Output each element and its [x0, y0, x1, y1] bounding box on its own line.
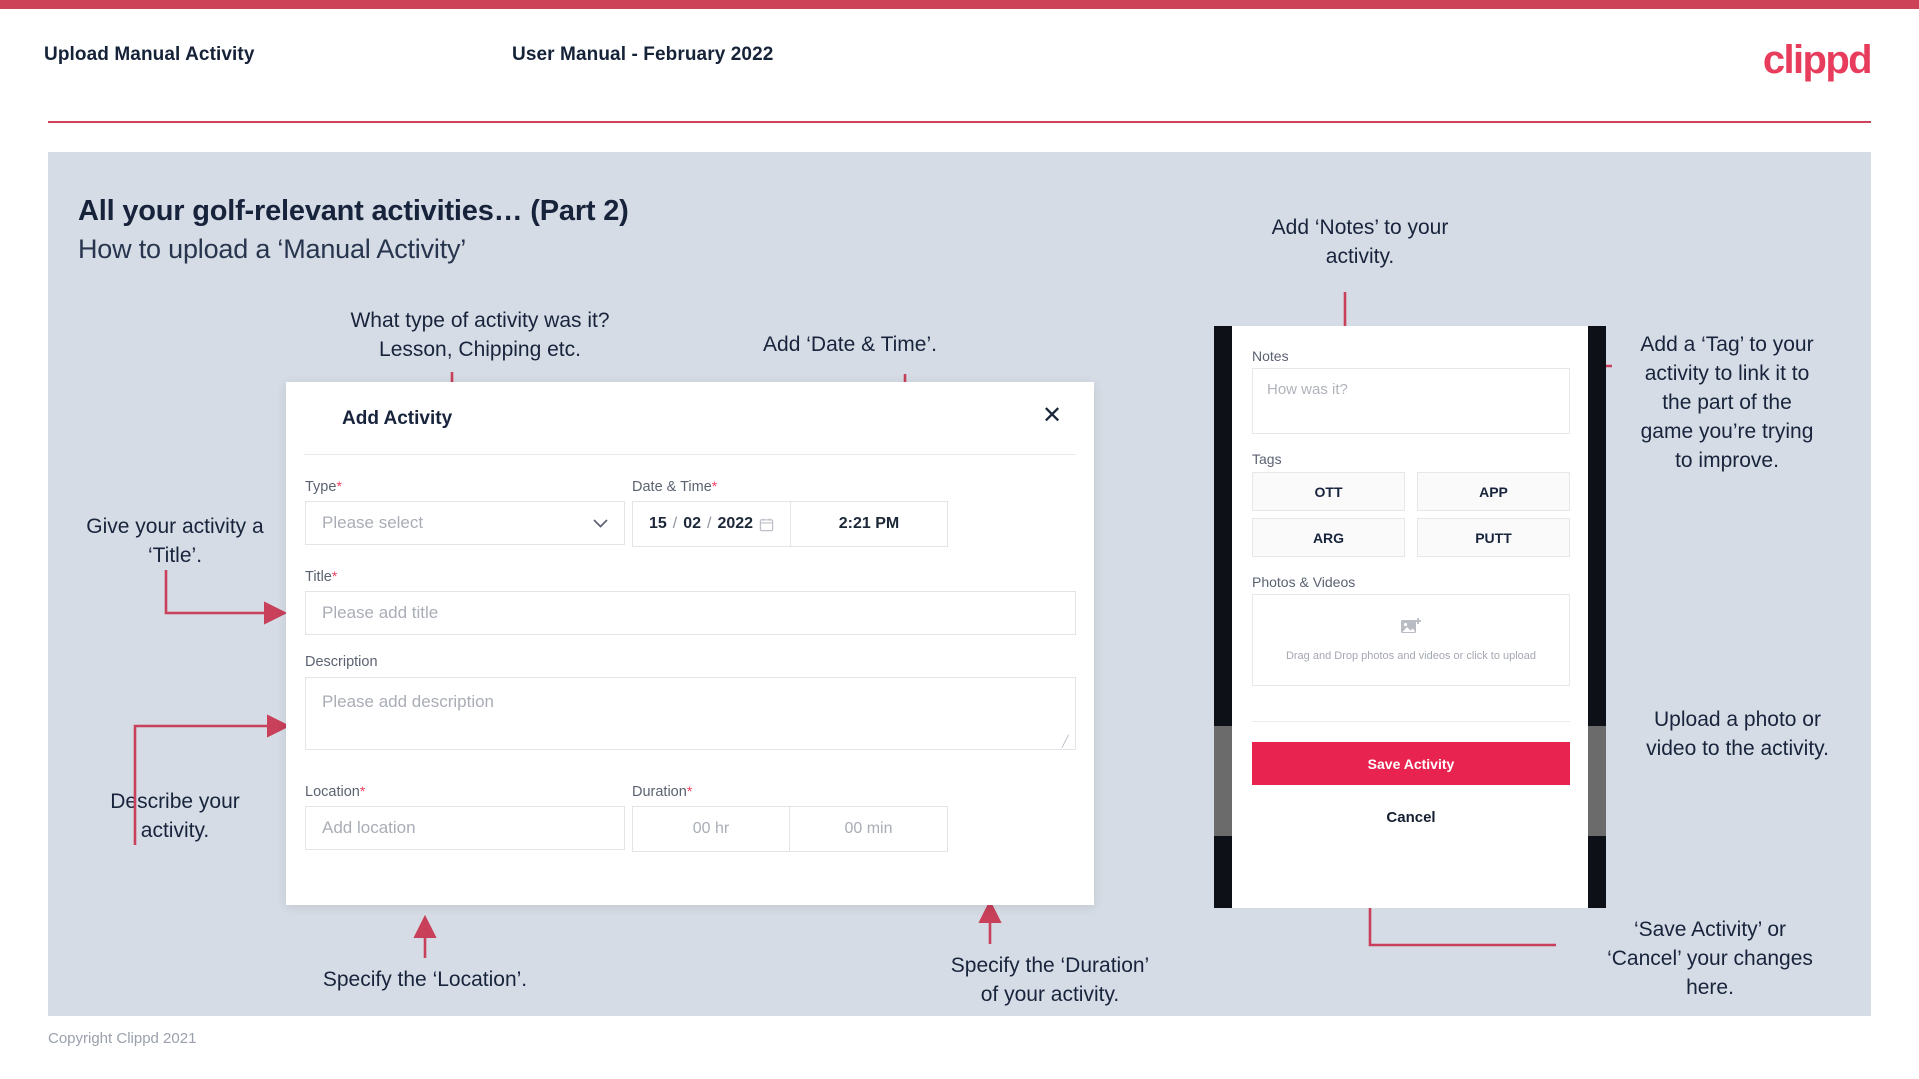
location-placeholder: Add location	[322, 818, 416, 837]
annotation-description: Describe your activity.	[110, 790, 240, 842]
location-label: Location*	[305, 783, 365, 800]
duration-group: 00 hr 00 min	[632, 806, 948, 852]
location-input[interactable]: Add location	[305, 806, 625, 850]
annotation-notes: Add ‘Notes’ to your activity.	[1271, 216, 1449, 268]
tag-button-arg[interactable]: ARG	[1252, 518, 1405, 557]
description-label: Description	[305, 654, 378, 670]
header-divider	[48, 121, 1871, 123]
duration-minutes-input[interactable]: 00 min	[790, 807, 947, 851]
scrollbar-right[interactable]	[1588, 726, 1606, 836]
close-icon[interactable]: ✕	[1036, 400, 1068, 432]
title-label: Title*	[305, 568, 337, 585]
time-value: 2:21 PM	[838, 515, 900, 532]
tag-button-app[interactable]: APP	[1417, 472, 1570, 511]
annotation-type: What type of activity was it? Lesson, Ch…	[350, 309, 610, 361]
clippd-logo: clippd	[1762, 38, 1873, 82]
date-input[interactable]: 15 / 02 / 2022	[633, 502, 791, 546]
date-month: 02	[683, 515, 701, 532]
chevron-down-icon	[593, 513, 608, 533]
save-activity-button[interactable]: Save Activity	[1252, 742, 1570, 785]
title-input[interactable]: Please add title	[305, 591, 1076, 635]
datetime-required-marker: *	[711, 478, 718, 494]
duration-hours-placeholder: 00 hr	[692, 820, 730, 837]
notes-placeholder: How was it?	[1267, 381, 1348, 398]
slide-page: Upload Manual Activity User Manual - Feb…	[0, 0, 1919, 1079]
description-textarea[interactable]: Please add description ╱	[305, 677, 1076, 750]
add-activity-dialog: Add Activity ✕ Type* Please select Date …	[286, 382, 1094, 905]
type-required-marker: *	[336, 478, 342, 494]
phone-mockup: Notes How was it? Tags OTT APP ARG PUTT …	[1214, 326, 1606, 908]
tag-button-ott[interactable]: OTT	[1252, 472, 1405, 511]
type-label: Type*	[305, 478, 342, 495]
title-placeholder: Please add title	[322, 603, 439, 622]
datetime-label: Date & Time*	[632, 478, 717, 495]
top-accent-bar	[0, 0, 1919, 9]
datetime-label-text: Date & Time	[632, 479, 712, 495]
location-label-text: Location	[305, 784, 360, 800]
title-required-marker: *	[331, 568, 338, 584]
annotation-tags: Add a ‘Tag’ to your activity to link it …	[1640, 333, 1814, 472]
header-center-title: User Manual - February 2022	[512, 44, 774, 65]
photo-upload-dropzone[interactable]: Drag and Drop photos and videos or click…	[1252, 594, 1570, 686]
annotation-save-cancel: ‘Save Activity’ or ‘Cancel’ your changes…	[1607, 918, 1813, 999]
tag-button-putt[interactable]: PUTT	[1417, 518, 1570, 557]
phone-frame-right	[1588, 326, 1606, 908]
duration-required-marker: *	[686, 783, 693, 799]
annotation-location: Specify the ‘Location’.	[322, 968, 528, 991]
photos-label: Photos & Videos	[1252, 574, 1356, 590]
type-placeholder: Please select	[322, 513, 424, 532]
tags-label: Tags	[1252, 451, 1282, 467]
annotation-datetime: Add ‘Date & Time’.	[763, 333, 937, 356]
phone-footer-divider	[1252, 721, 1570, 722]
footer-copyright: Copyright Clippd 2021	[48, 1030, 197, 1047]
duration-label-text: Duration	[632, 784, 687, 800]
phone-screen: Notes How was it? Tags OTT APP ARG PUTT …	[1232, 326, 1588, 908]
annotation-duration: Specify the ‘Duration’ of your activity.	[950, 954, 1150, 1006]
slide-title-primary: All your golf-relevant activities… (Part…	[78, 195, 629, 227]
cancel-button[interactable]: Cancel	[1252, 801, 1570, 833]
location-required-marker: *	[359, 783, 366, 799]
annotation-upload: Upload a photo or video to the activity.	[1646, 708, 1829, 760]
type-select[interactable]: Please select	[305, 501, 625, 545]
image-add-icon	[1400, 617, 1422, 642]
date-sep-1: /	[672, 515, 678, 532]
date-day: 15	[648, 515, 667, 532]
header-left-title: Upload Manual Activity	[44, 44, 255, 65]
annotation-title: Give your activity a ‘Title’.	[86, 515, 264, 567]
notes-label: Notes	[1252, 348, 1289, 364]
description-label-text: Description	[305, 654, 378, 670]
duration-label: Duration*	[632, 783, 692, 800]
description-placeholder: Please add description	[322, 692, 495, 711]
time-input[interactable]: 2:21 PM	[791, 502, 947, 546]
dialog-header-divider	[304, 454, 1076, 455]
date-sep-2: /	[707, 515, 712, 532]
calendar-icon[interactable]	[759, 517, 774, 532]
datetime-group: 15 / 02 / 2022 2:21 PM	[632, 501, 948, 547]
notes-textarea[interactable]: How was it?	[1252, 368, 1570, 434]
resize-handle-icon[interactable]: ╱	[1062, 737, 1072, 748]
dialog-title: Add Activity	[342, 408, 453, 429]
type-label-text: Type	[305, 479, 337, 495]
title-label-text: Title	[305, 569, 332, 585]
date-year: 2022	[717, 515, 754, 532]
phone-frame-left	[1214, 326, 1232, 908]
slide-title-secondary: How to upload a ‘Manual Activity’	[78, 234, 467, 264]
duration-hours-input[interactable]: 00 hr	[633, 807, 790, 851]
duration-minutes-placeholder: 00 min	[844, 820, 893, 837]
dropzone-text: Drag and Drop photos and videos or click…	[1285, 649, 1537, 662]
scrollbar-left[interactable]	[1214, 726, 1232, 836]
